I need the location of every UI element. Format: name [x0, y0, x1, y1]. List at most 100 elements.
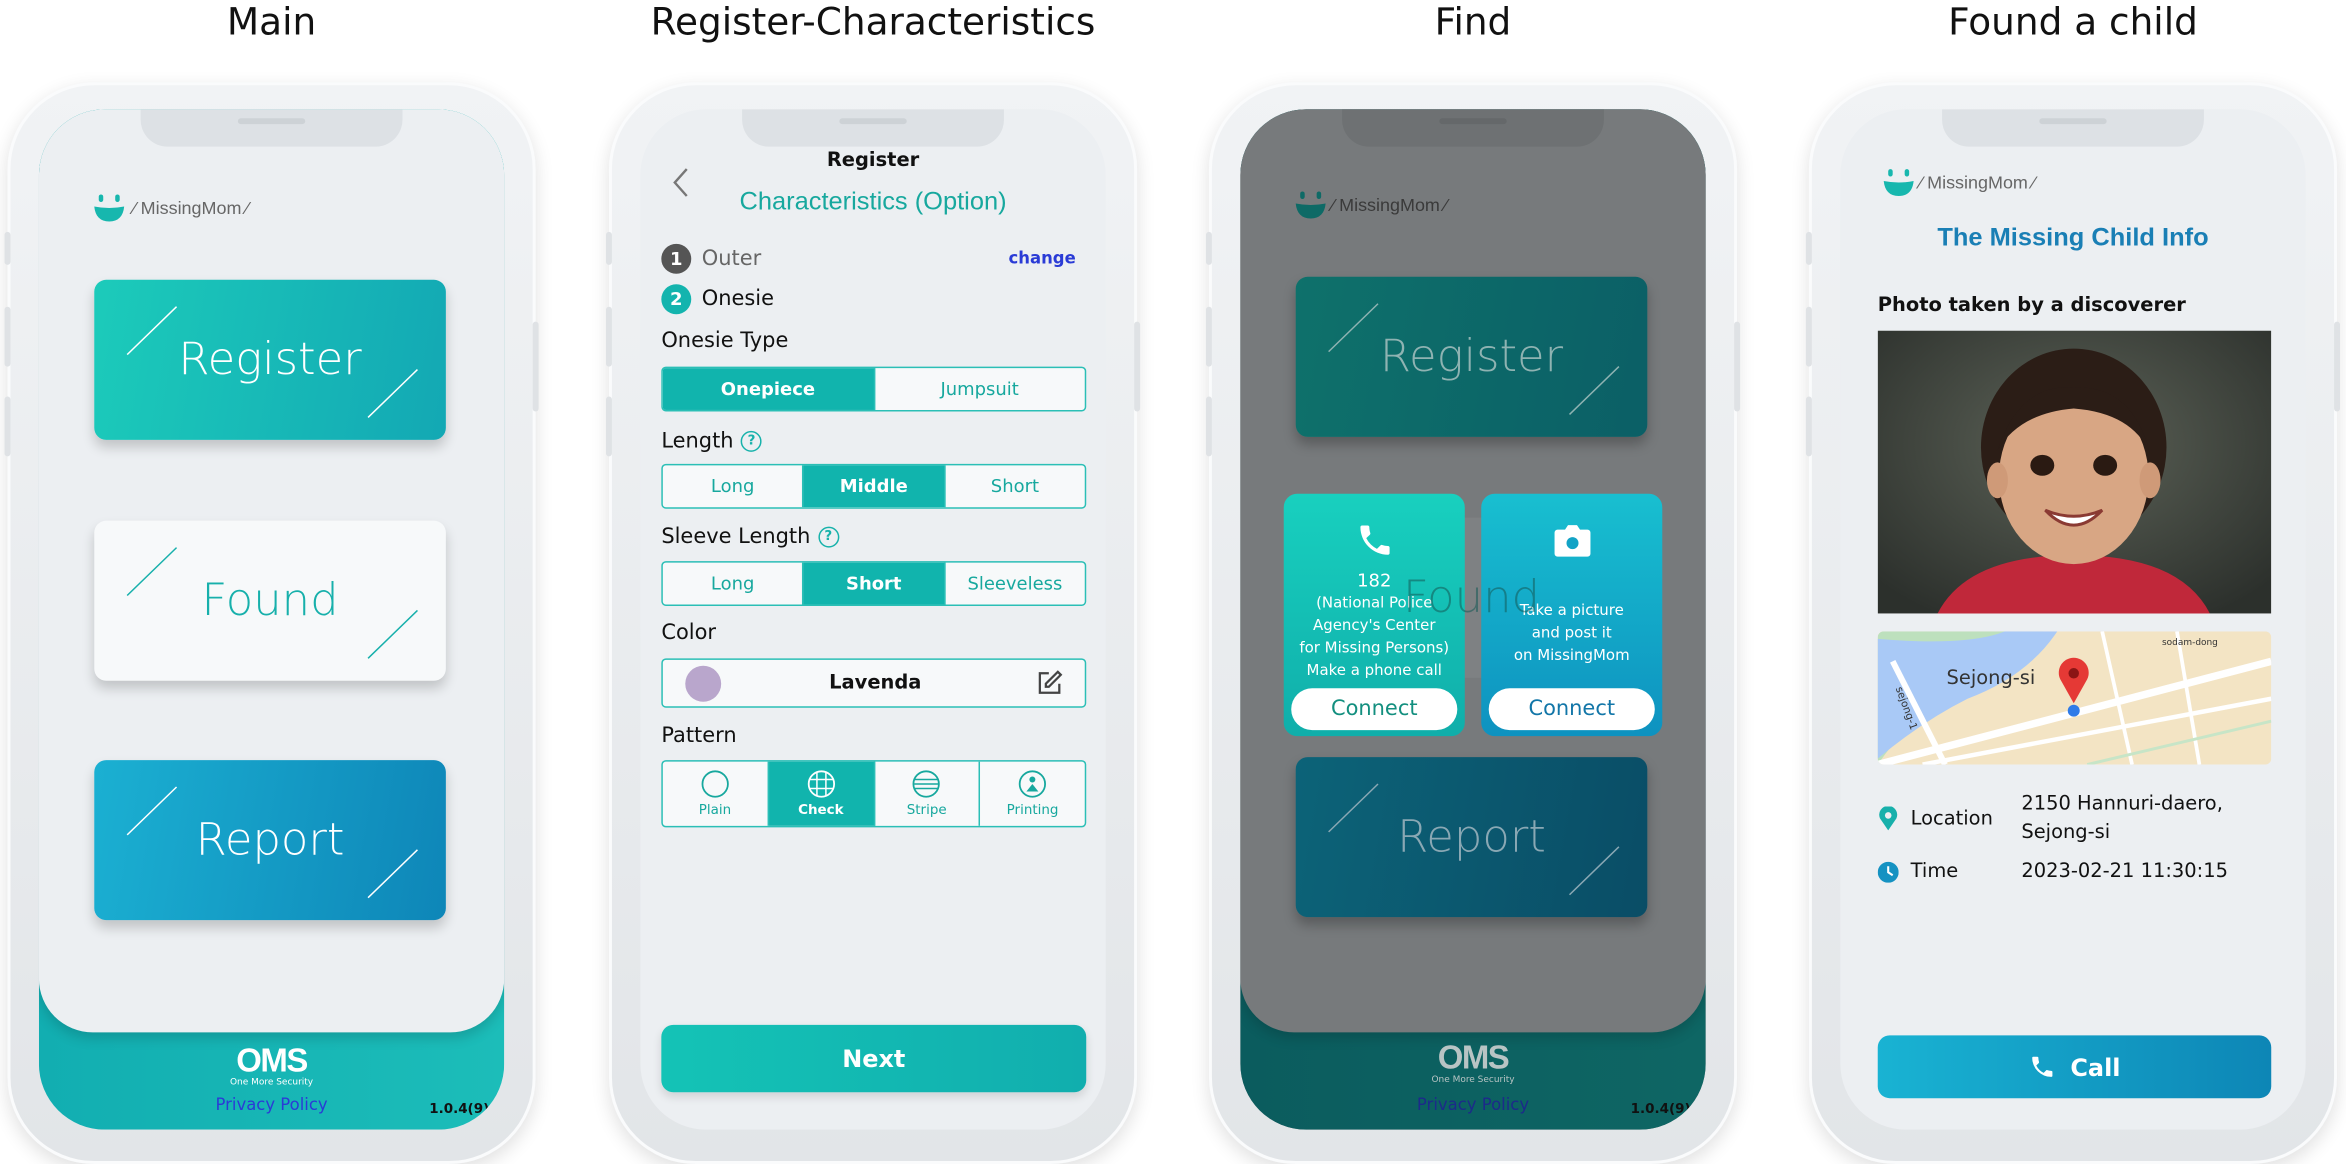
found-label: Found — [201, 574, 339, 627]
found-button[interactable]: Found — [94, 520, 446, 681]
edit-icon[interactable] — [1035, 669, 1063, 697]
call-label: Call — [2070, 1052, 2121, 1082]
title-main: Main — [226, 0, 317, 44]
title-found-child: Found a child — [1948, 0, 2198, 44]
color-field[interactable]: Lavenda — [661, 658, 1087, 708]
option-sleeveless[interactable]: Sleeveless — [945, 563, 1085, 605]
police-number: 182 — [1357, 570, 1392, 591]
option-plain[interactable]: Plain — [663, 761, 769, 826]
help-icon[interactable]: ? — [741, 430, 763, 452]
register-label: Register — [1379, 330, 1564, 384]
pattern-selector: Plain Check Stripe Printing — [661, 760, 1087, 828]
option-short[interactable]: Short — [945, 465, 1085, 507]
phone-main: ⁄ MissingMom ⁄ Register Found Report OMS On… — [4, 82, 539, 1164]
location-value: Sejong-si — [2021, 821, 2111, 844]
step-outer: 1 Outer — [661, 243, 761, 274]
page-title: The Missing Child Info — [1937, 222, 2209, 252]
report-button[interactable]: Report — [1295, 757, 1648, 918]
phone-register: Register Characteristics (Option) 1 Outer… — [605, 82, 1141, 1164]
card-text: and post it — [1531, 625, 1612, 642]
option-long[interactable]: Long — [663, 562, 804, 605]
find-screen: ⁄ MissingMom ⁄ Register Report OMS One More… — [1240, 109, 1706, 1130]
location-map[interactable]: Sejong-si sodam-dong sejong-1 — [1877, 631, 2272, 765]
title-find: Find — [1434, 0, 1512, 44]
sleeve-length-selector: Long Short Sleeveless — [661, 561, 1087, 606]
logo: ⁄ MissingMom ⁄ — [1882, 168, 2035, 198]
map-city-label: Sejong-si — [1947, 666, 2036, 689]
option-long[interactable]: Long — [663, 465, 804, 508]
main-content: ⁄ MissingMom ⁄ Register Found Report — [38, 109, 505, 1033]
option-short[interactable]: Short — [803, 562, 946, 605]
time-row: Time 2023-02-21 11:30:15 — [1877, 857, 2228, 885]
smile-logo-icon — [94, 194, 125, 222]
oms-logo: OMS One More Security — [229, 1041, 314, 1088]
card-text: Agency's Center — [1312, 617, 1436, 635]
title-register: Register-Characteristics — [650, 0, 1096, 44]
register-screen: Register Characteristics (Option) 1 Outer… — [640, 109, 1106, 1130]
card-text: on MissingMom — [1513, 647, 1630, 665]
logo: ⁄ MissingMom ⁄ — [93, 193, 249, 223]
time-value: 2023-02-21 11:30:15 — [2021, 860, 2228, 883]
register-button[interactable]: Register — [94, 279, 446, 440]
logo-text: MissingMom — [140, 197, 242, 219]
photo-caption: Photo taken by a discoverer — [1877, 294, 2186, 318]
phone-find: ⁄ MissingMom ⁄ Register Report OMS One More… — [1205, 82, 1741, 1164]
logo-text: MissingMom — [1927, 172, 2028, 194]
option-onepiece[interactable]: Onepiece — [662, 368, 875, 410]
card-text: Make a phone call — [1306, 662, 1442, 680]
circle-icon — [701, 770, 729, 798]
report-label: Report — [195, 813, 345, 867]
header-label: Register — [826, 149, 920, 173]
page-title: Characteristics (Option) — [739, 187, 1007, 216]
location-row: Location 2150 Hannuri-daero, Sejong-si — [1878, 790, 2223, 847]
smile-logo-icon — [1295, 191, 1326, 219]
option-printing[interactable]: Printing — [980, 762, 1084, 826]
color-value: Lavenda — [829, 671, 922, 695]
card-text: Take a picture — [1519, 602, 1624, 620]
found-child-screen: ⁄ MissingMom ⁄ The Missing Child Info Phot… — [1840, 109, 2306, 1130]
grid-globe-icon — [807, 770, 835, 798]
current-location-dot — [2067, 704, 2080, 717]
length-selector: Long Middle Short — [661, 463, 1087, 509]
option-stripe[interactable]: Stripe — [875, 761, 981, 826]
child-photo[interactable] — [1877, 330, 2272, 614]
logo: ⁄ MissingMom ⁄ — [1294, 190, 1447, 220]
location-value: 2150 Hannuri-daero, — [2021, 792, 2223, 816]
card-text: (National Police — [1316, 595, 1433, 612]
phone-icon — [1359, 525, 1389, 555]
connect-call-button[interactable]: Connect — [1291, 688, 1458, 731]
stripe-icon — [913, 770, 941, 798]
option-middle[interactable]: Middle — [803, 465, 946, 508]
clock-icon — [1877, 861, 1899, 883]
card-text: for Missing Persons) — [1299, 640, 1450, 657]
version-label: 1.0.4(9) — [1630, 1102, 1691, 1118]
location-pin-icon — [1879, 806, 1898, 831]
length-label: Length? — [661, 429, 763, 453]
call-police-card: 182 (National Police Agency's Center for… — [1283, 493, 1465, 737]
register-label: Register — [178, 333, 362, 387]
camera-icon — [1553, 525, 1590, 557]
help-icon[interactable]: ? — [817, 526, 839, 548]
option-check[interactable]: Check — [768, 761, 875, 826]
report-button[interactable]: Report — [94, 760, 446, 921]
version-label: 1.0.4(9) — [429, 1102, 490, 1118]
next-button[interactable]: Next — [661, 1024, 1087, 1093]
logo-text: MissingMom — [1339, 194, 1440, 216]
sleeve-length-label: Sleeve Length? — [661, 525, 839, 549]
map-district-label: sodam-dong — [2162, 638, 2218, 648]
step-onesie: 2 Onesie — [661, 284, 774, 315]
color-label: Color — [661, 620, 717, 645]
smile-logo-icon — [1883, 169, 1914, 197]
onesie-type-label: Onesie Type — [661, 329, 789, 354]
call-button[interactable]: Call — [1877, 1035, 2272, 1099]
pattern-label: Pattern — [661, 724, 737, 749]
take-picture-card: Take a picture and post it on MissingMom… — [1481, 493, 1663, 737]
register-button[interactable]: Register — [1295, 276, 1648, 437]
phone-icon — [2031, 1056, 2053, 1077]
report-label: Report — [1397, 810, 1546, 864]
oms-logo: OMS One More Security — [1431, 1038, 1515, 1085]
printing-icon — [1018, 770, 1047, 798]
connect-photo-button[interactable]: Connect — [1488, 688, 1655, 731]
option-jumpsuit[interactable]: Jumpsuit — [875, 368, 1085, 410]
change-link[interactable]: change — [1009, 248, 1076, 267]
